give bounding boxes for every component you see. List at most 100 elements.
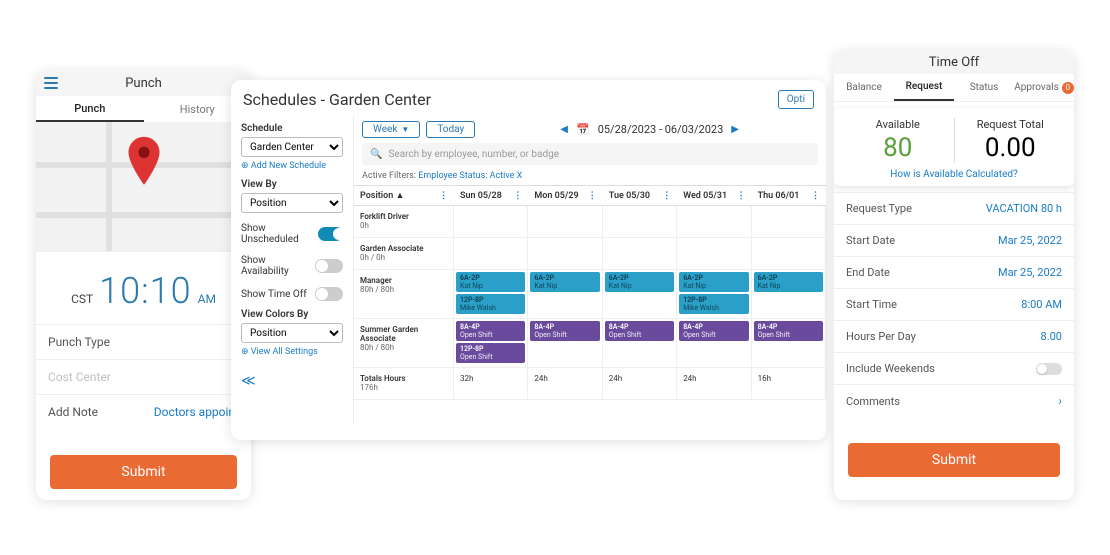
row-value: 8.00 — [1041, 330, 1062, 343]
day-cell[interactable]: 8A-4POpen Shift — [528, 319, 602, 368]
day-cell[interactable]: 6A-2PKat Nip — [528, 270, 602, 319]
map[interactable] — [36, 122, 251, 252]
viewby-label: View By — [241, 179, 343, 190]
shift-block[interactable]: 6A-2PKat Nip — [754, 272, 823, 292]
toggle-row: Show Unscheduled — [241, 223, 343, 245]
shift-block[interactable]: 6A-2PKat Nip — [530, 272, 599, 292]
schedule-select[interactable]: Garden Center — [241, 137, 343, 157]
day-cell[interactable]: 8A-4POpen Shift — [603, 319, 677, 368]
shift-block[interactable]: 6A-2PKat Nip — [456, 272, 525, 292]
day-cell[interactable]: 8A-4POpen Shift — [677, 319, 751, 368]
day-cell[interactable] — [454, 238, 528, 270]
day-cell[interactable]: 6A-2PKat Nip — [603, 270, 677, 319]
punch-submit-button[interactable]: Submit — [50, 455, 237, 489]
position-cell: Garden Associate0h / 0h — [354, 238, 454, 270]
available-value: 80 — [842, 133, 954, 163]
shift-block[interactable]: 6A-2PKat Nip — [679, 272, 748, 292]
shift-block[interactable]: 8A-4POpen Shift — [456, 321, 525, 341]
day-cell[interactable] — [603, 206, 677, 238]
column-header[interactable]: Mon 05/29⋮ — [528, 185, 602, 206]
day-cell[interactable]: 8A-4POpen Shift — [752, 319, 826, 368]
options-button[interactable]: Opti — [778, 90, 814, 109]
toggle[interactable] — [318, 227, 343, 241]
viewby-select[interactable]: Position — [241, 193, 343, 213]
toggle[interactable] — [315, 259, 343, 273]
tab-balance[interactable]: Balance — [834, 74, 894, 101]
chevron-right-icon: › — [1058, 394, 1062, 408]
tab-request[interactable]: Request — [894, 74, 954, 101]
timeoff-row[interactable]: Include Weekends — [834, 352, 1074, 384]
day-cell[interactable]: 8A-4POpen Shift12P-8POpen Shift — [454, 319, 528, 368]
toggle[interactable] — [1036, 363, 1062, 375]
day-cell[interactable] — [677, 238, 751, 270]
kebab-icon[interactable]: ⋮ — [588, 191, 597, 201]
timeoff-row[interactable]: Start DateMar 25, 2022 — [834, 224, 1074, 256]
clock-ampm: AM — [198, 292, 216, 306]
add-schedule-link[interactable]: ⊕ Add New Schedule — [241, 161, 326, 171]
shift-block[interactable]: 12P-8PMike Walsh — [456, 294, 525, 314]
calendar-icon[interactable]: 📅 — [576, 123, 590, 136]
timeoff-submit-button[interactable]: Submit — [848, 443, 1060, 477]
totals-cell: 24h — [528, 368, 602, 400]
row-punch-type[interactable]: Punch Type — [36, 324, 251, 359]
calc-link[interactable]: How is Available Calculated? — [842, 169, 1066, 180]
tab-status[interactable]: Status — [954, 74, 1014, 101]
filter-chip[interactable]: Employee Status: Active X — [418, 171, 522, 181]
column-header[interactable]: Wed 05/31⋮ — [677, 185, 751, 206]
shift-block[interactable]: 8A-4POpen Shift — [679, 321, 748, 341]
kebab-icon[interactable]: ⋮ — [513, 191, 522, 201]
timeoff-row[interactable]: Start Time8:00 AM — [834, 288, 1074, 320]
day-cell[interactable] — [528, 206, 602, 238]
day-cell[interactable] — [528, 238, 602, 270]
shift-block[interactable]: 12P-8PMike Walsh — [679, 294, 748, 314]
toggle[interactable] — [315, 287, 343, 301]
day-cell[interactable] — [752, 206, 826, 238]
column-header[interactable]: Tue 05/30⋮ — [603, 185, 677, 206]
timeoff-row[interactable]: Comments› — [834, 384, 1074, 417]
tab-punch[interactable]: Punch — [36, 96, 144, 122]
shift-block[interactable]: 8A-4POpen Shift — [530, 321, 599, 341]
tab-approvals[interactable]: Approvals0 — [1014, 74, 1074, 101]
column-header[interactable]: Sun 05/28⋮ — [454, 185, 528, 206]
menu-icon[interactable] — [44, 77, 58, 89]
day-cell[interactable] — [677, 206, 751, 238]
today-button[interactable]: Today — [426, 121, 475, 138]
colors-select[interactable]: Position — [241, 323, 343, 343]
timeoff-row[interactable]: Request TypeVACATION 80 h — [834, 192, 1074, 224]
totals-cell: 24h — [603, 368, 677, 400]
day-cell[interactable]: 6A-2PKat Nip12P-8PMike Walsh — [454, 270, 528, 319]
shift-block[interactable]: 12P-8POpen Shift — [456, 343, 525, 363]
chevron-down-icon: ▼ — [401, 125, 409, 134]
date-range-text: 05/28/2023 - 06/03/2023 — [598, 123, 724, 136]
day-cell[interactable]: 6A-2PKat Nip12P-8PMike Walsh — [677, 270, 751, 319]
timeoff-card: Time Off Balance Request Status Approval… — [834, 50, 1074, 500]
search-input[interactable]: 🔍 Search by employee, number, or badge — [362, 143, 818, 165]
view-all-settings-link[interactable]: ⊕ View All Settings — [241, 347, 318, 357]
day-cell[interactable]: 6A-2PKat Nip — [752, 270, 826, 319]
week-dropdown[interactable]: Week▼ — [362, 121, 420, 138]
kebab-icon[interactable]: ⋮ — [811, 191, 820, 201]
schedule-label: Schedule — [241, 123, 343, 134]
timezone: CST — [71, 292, 93, 306]
row-add-note[interactable]: Add Note Doctors appoint — [36, 394, 251, 429]
row-value: Mar 25, 2022 — [998, 234, 1062, 247]
schedules-sidebar: Schedule Garden Center ⊕ Add New Schedul… — [231, 115, 353, 425]
kebab-icon[interactable]: ⋮ — [439, 191, 448, 201]
next-arrow-icon[interactable]: ▶ — [731, 124, 739, 135]
row-cost-center[interactable]: Cost Center — [36, 359, 251, 394]
kebab-icon[interactable]: ⋮ — [737, 191, 746, 201]
day-cell[interactable] — [454, 206, 528, 238]
prev-arrow-icon[interactable]: ◀ — [560, 124, 568, 135]
day-cell[interactable] — [603, 238, 677, 270]
column-header[interactable]: Position ▲⋮ — [354, 185, 454, 206]
position-cell: Forklift Driver0h — [354, 206, 454, 238]
timeoff-row[interactable]: End DateMar 25, 2022 — [834, 256, 1074, 288]
column-header[interactable]: Thu 06/01⋮ — [752, 185, 826, 206]
day-cell[interactable] — [752, 238, 826, 270]
timeoff-row[interactable]: Hours Per Day8.00 — [834, 320, 1074, 352]
shift-block[interactable]: 8A-4POpen Shift — [605, 321, 674, 341]
collapse-icon[interactable]: ≪ — [241, 373, 343, 389]
kebab-icon[interactable]: ⋮ — [662, 191, 671, 201]
shift-block[interactable]: 6A-2PKat Nip — [605, 272, 674, 292]
shift-block[interactable]: 8A-4POpen Shift — [754, 321, 823, 341]
